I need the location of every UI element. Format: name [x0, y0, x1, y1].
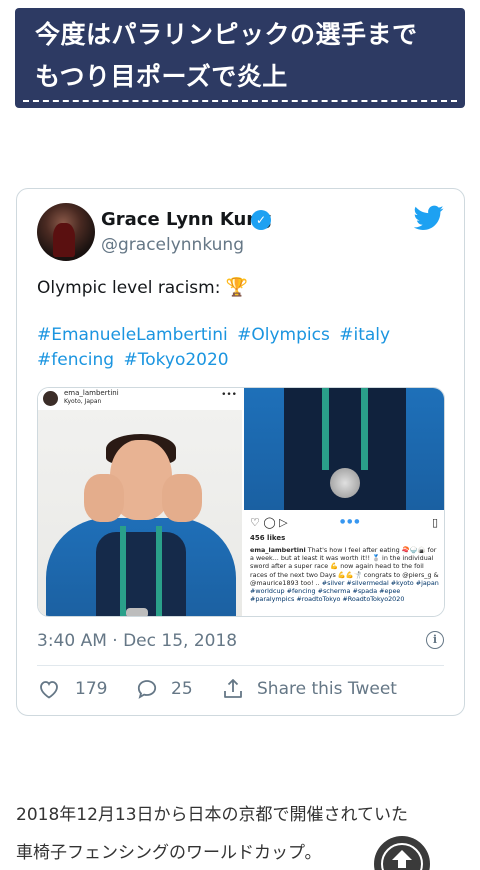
instagram-post-detail-panel: ♡ ◯ ▷ ● ● ● ▯ 456 likes ema_lambertini T… [244, 388, 444, 616]
instagram-caption-user: ema_lambertini [250, 546, 306, 554]
hashtag-link[interactable]: #EmanueleLambertini [37, 325, 228, 345]
tweet-timestamp[interactable]: 3:40 AM · Dec 15, 2018 [37, 631, 237, 651]
medal-icon [126, 608, 148, 616]
instagram-location: Kyoto, Japan [64, 398, 102, 405]
article-title-line-2: もつり目ポーズで炎上 [35, 62, 288, 91]
hashtag-link[interactable]: #Tokyo2020 [124, 350, 229, 370]
article-title-line-1: 今度はパラリンピックの選手まで [35, 20, 418, 49]
instagram-avatar [43, 391, 58, 406]
tweet-media-image[interactable]: ema_lambertini Kyoto, Japan ••• ♡ ◯ ▷ ● … [37, 387, 445, 617]
tweet-hashtags: #EmanueleLambertini #Olympics #italy #fe… [37, 323, 457, 373]
instagram-post-header: ema_lambertini Kyoto, Japan ••• [38, 388, 242, 410]
like-count: 179 [75, 679, 108, 699]
article-text-line-1: 2018年12月13日から日本の京都で開催されていた [16, 805, 409, 825]
hashtag-link[interactable]: #fencing [37, 350, 114, 370]
tweet-author-handle[interactable]: @gracelynnkung [101, 235, 244, 255]
trophy-emoji-icon: 🏆 [225, 277, 249, 298]
hashtag-link[interactable]: #Olympics [237, 325, 330, 345]
silver-medal-icon [330, 468, 360, 498]
twitter-logo-icon[interactable] [414, 205, 444, 231]
hashtag-link[interactable]: #italy [339, 325, 390, 345]
tweet-body: Olympic level racism: 🏆 [37, 277, 248, 298]
avatar[interactable] [37, 203, 95, 261]
instagram-action-icons: ♡ ◯ ▷ [250, 516, 288, 529]
tweet-text: Olympic level racism: [37, 278, 221, 298]
article-title-banner: 今度はパラリンピックの選手まで もつり目ポーズで炎上 [15, 8, 465, 108]
carousel-dots-icon: ● ● ● [340, 518, 360, 525]
tweet-author-name[interactable]: Grace Lynn Kung [101, 209, 272, 230]
athlete-photo [38, 410, 242, 616]
instagram-caption: ema_lambertini That's how I feel after e… [250, 546, 442, 603]
verified-badge-icon: ✓ [251, 210, 271, 230]
embedded-tweet[interactable]: Grace Lynn Kung ✓ @gracelynnkung Olympic… [16, 188, 465, 716]
reply-bubble-icon [137, 680, 157, 699]
athlete-right-hand [162, 474, 202, 522]
medal-ribbon-closeup [322, 388, 368, 470]
instagram-likes: 456 likes [250, 534, 286, 542]
share-icon [224, 679, 242, 698]
bookmark-icon: ▯ [431, 516, 438, 529]
arrow-up-icon [392, 850, 412, 868]
athlete-left-hand [84, 474, 124, 522]
instagram-username: ema_lambertini [64, 389, 119, 397]
heart-icon [40, 681, 58, 699]
instagram-post-photo-panel: ema_lambertini Kyoto, Japan ••• [38, 388, 242, 616]
medal-ribbon [120, 526, 162, 616]
info-icon[interactable]: i [426, 631, 444, 649]
medal-closeup-photo [244, 388, 444, 510]
reply-count: 25 [171, 679, 193, 699]
divider [37, 665, 444, 666]
more-options-icon: ••• [221, 390, 237, 400]
share-label: Share this Tweet [257, 679, 397, 699]
